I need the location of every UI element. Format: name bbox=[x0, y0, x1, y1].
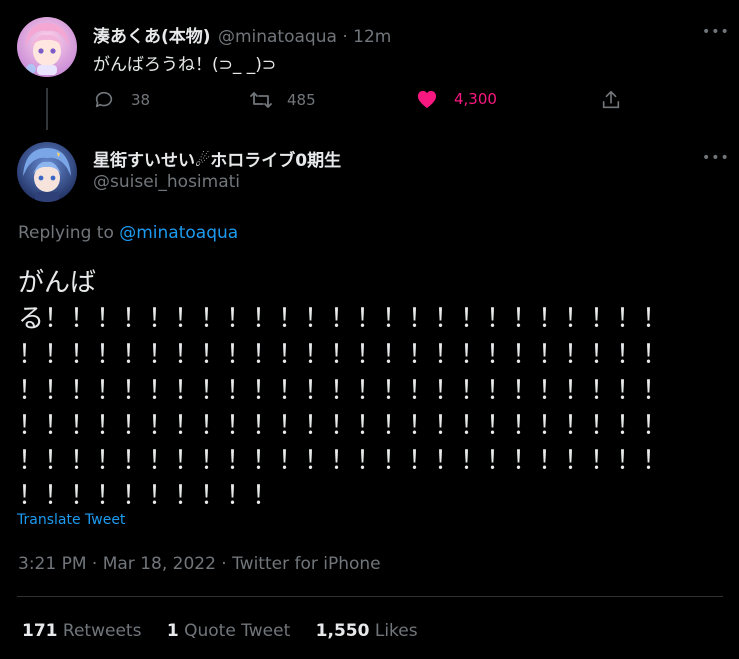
avatar-minatoaqua[interactable] bbox=[17, 17, 77, 77]
reply-icon bbox=[93, 89, 115, 111]
like-count: 4,300 bbox=[454, 90, 497, 108]
likes-stat[interactable]: 1,550 Likes bbox=[316, 621, 418, 641]
retweet-count: 485 bbox=[287, 91, 316, 109]
main-handle[interactable]: @suisei_hosimati bbox=[93, 172, 240, 192]
tweet-text-line: ！！！！！！！！！！！！！！！！！！！！！！！！！ bbox=[18, 411, 669, 441]
tweet-text-line: がんば bbox=[18, 268, 97, 298]
parent-tweet-text: がんばろうね！(⊃_ _)⊃ bbox=[93, 55, 277, 75]
retweets-stat-count: 171 bbox=[22, 621, 58, 641]
share-button[interactable] bbox=[600, 89, 622, 111]
parent-header: 湊あくあ(本物) @minatoaqua · 12m bbox=[93, 22, 391, 47]
main-header[interactable]: 星街すいせい☄ホロライブ0期生 bbox=[93, 146, 341, 171]
heart-icon bbox=[416, 89, 438, 109]
tweet-timestamp[interactable]: 3:21 PM · Mar 18, 2022 · Twitter for iPh… bbox=[18, 554, 381, 574]
main-display-name[interactable]: 星街すいせい☄ホロライブ0期生 bbox=[93, 151, 341, 171]
parent-time[interactable]: 12m bbox=[353, 27, 391, 47]
quotes-stat[interactable]: 1 Quote Tweet bbox=[167, 621, 296, 641]
more-icon[interactable]: ••• bbox=[702, 24, 730, 40]
share-icon bbox=[600, 89, 622, 111]
tweet-text-line: ！！！！！！！！！！ bbox=[18, 481, 279, 511]
avatar-suisei[interactable] bbox=[17, 142, 77, 202]
quotes-stat-label: Quote Tweet bbox=[184, 621, 291, 641]
likes-stat-label: Likes bbox=[374, 621, 418, 641]
replying-prefix: Replying to bbox=[18, 223, 114, 243]
parent-display-name[interactable]: 湊あくあ(本物) bbox=[93, 27, 211, 47]
reply-count: 38 bbox=[131, 91, 151, 109]
replying-to: Replying to @minatoaqua bbox=[18, 223, 238, 243]
thread-connector bbox=[46, 88, 48, 130]
like-button[interactable]: 4,300 bbox=[416, 89, 497, 109]
retweet-icon bbox=[249, 89, 273, 111]
tweet-text-line: ！！！！！！！！！！！！！！！！！！！！！！！！！ bbox=[18, 446, 669, 476]
reply-button[interactable]: 38 bbox=[93, 89, 150, 111]
tweet-stats: 171 Retweets 1 Quote Tweet 1,550 Likes bbox=[22, 621, 418, 641]
divider bbox=[17, 596, 723, 597]
tweet-text-line: ！！！！！！！！！！！！！！！！！！！！！！！！！ bbox=[18, 376, 669, 406]
header-separator: · bbox=[342, 27, 348, 47]
parent-handle[interactable]: @minatoaqua bbox=[218, 27, 337, 47]
quotes-stat-count: 1 bbox=[166, 621, 179, 641]
retweet-button[interactable]: 485 bbox=[249, 89, 316, 111]
likes-stat-count: 1,550 bbox=[315, 621, 370, 641]
tweet-text-line: る！！！！！！！！！！！！！！！！！！！！！！！！ bbox=[18, 304, 669, 334]
retweets-stat-label: Retweets bbox=[62, 621, 142, 641]
retweets-stat[interactable]: 171 Retweets bbox=[22, 621, 147, 641]
tweet-text-line: ！！！！！！！！！！！！！！！！！！！！！！！！！ bbox=[18, 340, 669, 370]
replying-handle-link[interactable]: @minatoaqua bbox=[119, 223, 238, 243]
more-icon[interactable]: ••• bbox=[702, 150, 730, 166]
translate-tweet-link[interactable]: Translate Tweet bbox=[17, 512, 125, 528]
